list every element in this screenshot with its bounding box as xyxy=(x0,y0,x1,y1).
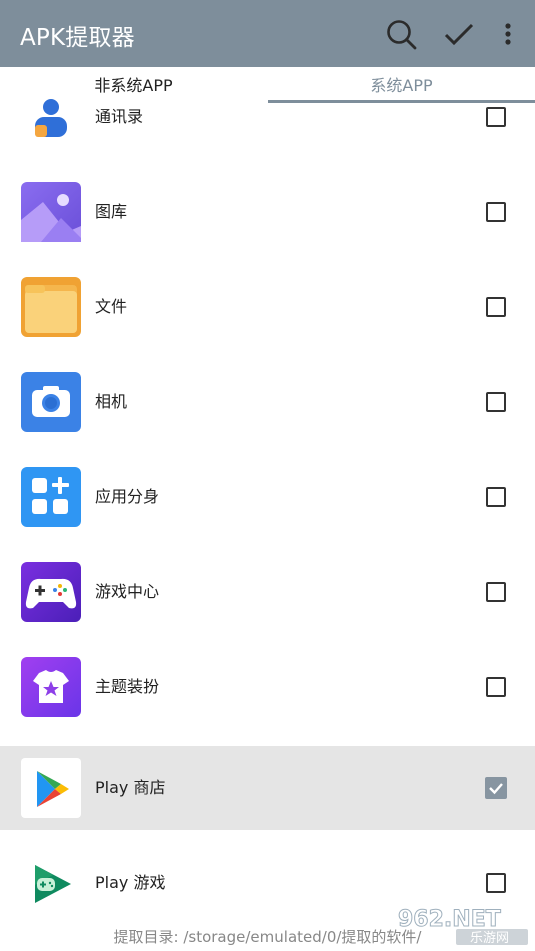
app-name: Play 商店 xyxy=(95,778,166,797)
play-store-icon xyxy=(21,758,81,818)
app-checkbox[interactable] xyxy=(486,582,506,602)
app-name: 图库 xyxy=(95,202,128,221)
play-games-icon xyxy=(21,853,81,913)
watermark-bottom-text: 乐游网 xyxy=(470,931,509,946)
camera-icon xyxy=(21,372,81,432)
app-name: Play 游戏 xyxy=(95,873,166,892)
more-vert-icon xyxy=(505,23,511,45)
game-center-icon xyxy=(21,562,81,622)
list-item[interactable]: 主题装扮 xyxy=(0,645,535,729)
overflow-menu-button[interactable] xyxy=(488,14,528,54)
app-name: 相机 xyxy=(95,392,128,411)
search-icon xyxy=(387,20,417,50)
app-checkbox[interactable] xyxy=(486,487,506,507)
app-name: 通讯录 xyxy=(95,107,144,126)
list-item[interactable]: 图库 xyxy=(0,170,535,254)
app-checkbox[interactable] xyxy=(486,392,506,412)
app-checkbox[interactable] xyxy=(485,777,507,799)
search-button[interactable] xyxy=(381,14,421,54)
app-checkbox[interactable] xyxy=(486,873,506,893)
contacts-icon xyxy=(21,87,81,147)
app-checkbox[interactable] xyxy=(486,107,506,127)
tab-indicator xyxy=(268,100,535,103)
watermark-top-text: 962.NET xyxy=(398,907,501,932)
app-bar: APK提取器 xyxy=(0,0,535,67)
list-item[interactable]: 游戏中心 xyxy=(0,550,535,634)
app-checkbox[interactable] xyxy=(486,202,506,222)
app-clone-icon xyxy=(21,467,81,527)
check-icon xyxy=(489,783,503,795)
list-item[interactable]: 应用分身 xyxy=(0,455,535,539)
list-item[interactable]: 相机 xyxy=(0,360,535,444)
list-item[interactable]: Play 商店 xyxy=(0,746,535,830)
gallery-icon xyxy=(21,182,81,242)
app-name: 文件 xyxy=(95,297,128,316)
app-name: 游戏中心 xyxy=(95,582,160,601)
app-checkbox[interactable] xyxy=(486,677,506,697)
site-watermark: 962.NET 乐游网 xyxy=(396,902,530,946)
app-name: 应用分身 xyxy=(95,487,160,506)
themes-icon xyxy=(21,657,81,717)
app-title: APK提取器 xyxy=(20,25,135,51)
files-icon xyxy=(21,277,81,337)
list-item[interactable]: 文件 xyxy=(0,265,535,349)
confirm-button[interactable] xyxy=(439,14,479,54)
list-item[interactable]: 通讯录 xyxy=(0,75,535,159)
check-icon xyxy=(444,23,474,46)
app-name: 主题装扮 xyxy=(95,677,160,696)
app-checkbox[interactable] xyxy=(486,297,506,317)
